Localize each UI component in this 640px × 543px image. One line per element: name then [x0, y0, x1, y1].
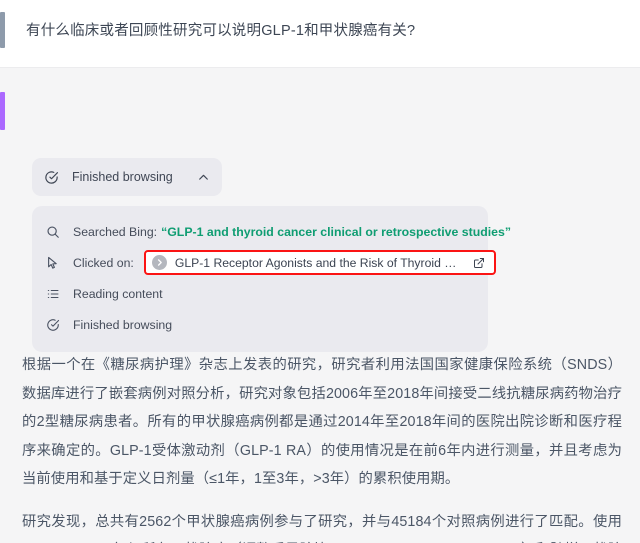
chevron-up-icon[interactable] [197, 171, 210, 184]
clicked-link-title: GLP-1 Receptor Agonists and the Risk of … [174, 255, 463, 270]
search-step-label: Searched Bing: [73, 224, 158, 239]
check-circle-icon [46, 318, 65, 332]
assistant-accent-bar [0, 92, 5, 130]
globe-icon [151, 255, 167, 270]
browsing-step-clicked: Clicked on: GLP-1 Receptor Agonists and … [32, 247, 496, 278]
check-circle-icon [44, 170, 63, 185]
user-prompt-strip: 有什么临床或者回顾性研究可以说明GLP-1和甲状腺癌有关? [0, 0, 640, 68]
browsing-steps-panel: Searched Bing: “GLP-1 and thyroid cancer… [32, 206, 511, 352]
finished-browsing-label: Finished browsing [72, 170, 173, 184]
browsing-step-reading: Reading content [32, 278, 488, 309]
browsing-step-finished: Finished browsing [32, 309, 488, 340]
answer-paragraph-1: 根据一个在《糖尿病护理》杂志上发表的研究，研究者利用法国国家健康保险系统（SND… [22, 357, 622, 487]
cursor-arrow-icon [46, 256, 65, 270]
answer-paragraph-2: 研究发现，总共有2562个甲状腺癌病例参与了研究，并与45184个对照病例进行了… [22, 508, 622, 543]
list-icon [46, 287, 65, 301]
clicked-step-label: Clicked on: [73, 255, 134, 270]
search-icon [46, 225, 65, 239]
reading-step-label: Reading content [73, 286, 163, 301]
search-query-text: “GLP-1 and thyroid cancer clinical or re… [161, 224, 511, 239]
assistant-answer-region: Finished browsing Searched Bing: “GLP-1 … [0, 68, 640, 543]
user-accent-bar [0, 12, 5, 48]
answer-paragraph-2-text: 研究发现，总共有2562个甲状腺癌病例参与了研究，并与45184个对照病例进行了… [22, 513, 622, 543]
external-link-icon[interactable] [473, 257, 486, 269]
finished-step-label: Finished browsing [73, 317, 173, 332]
finished-browsing-toggle[interactable]: Finished browsing [32, 158, 222, 196]
answer-body: 根据一个在《糖尿病护理》杂志上发表的研究，研究者利用法国国家健康保险系统（SND… [22, 351, 622, 543]
browsing-step-search: Searched Bing: “GLP-1 and thyroid cancer… [32, 216, 511, 247]
clicked-link-chip[interactable]: GLP-1 Receptor Agonists and the Risk of … [143, 250, 496, 275]
user-prompt-text: 有什么临床或者回顾性研究可以说明GLP-1和甲状腺癌有关? [26, 23, 416, 39]
